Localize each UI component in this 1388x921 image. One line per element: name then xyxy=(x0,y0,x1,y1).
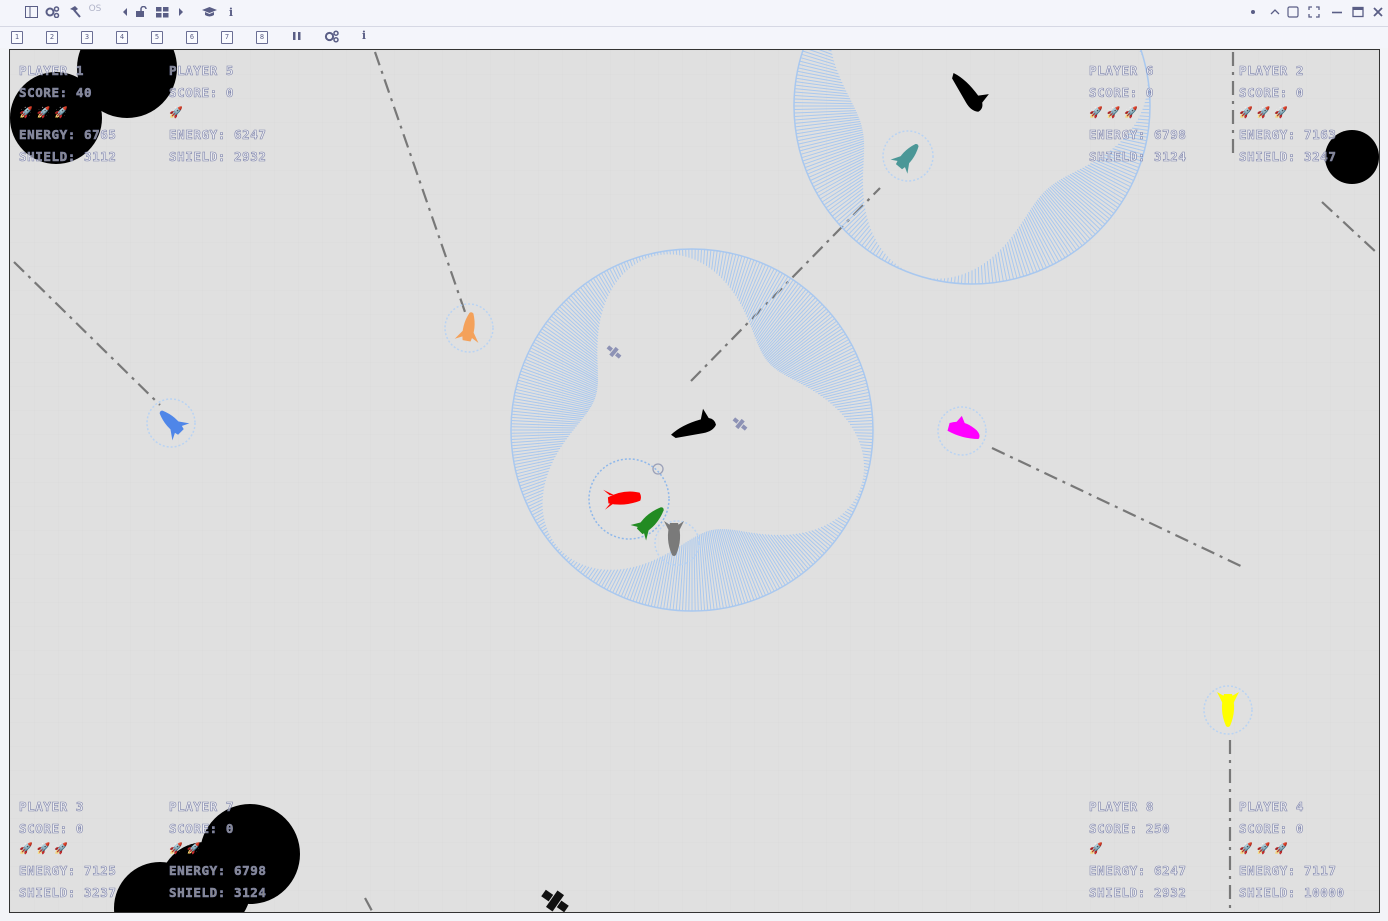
player-shield: SHIELD: 3237 xyxy=(19,885,117,901)
next-arrow-icon[interactable] xyxy=(174,4,188,22)
player-shield: SHIELD: 3124 xyxy=(169,885,267,901)
fullscreen-icon[interactable] xyxy=(1307,4,1321,22)
player-energy: ENERGY: 7163 xyxy=(1239,127,1337,143)
player-slot-7-button[interactable]: 7 xyxy=(221,31,233,44)
player-shield: SHIELD: 2932 xyxy=(1089,885,1187,901)
os-label[interactable]: OS xyxy=(88,0,102,18)
player-lives: 🚀🚀🚀 xyxy=(1089,106,1143,119)
player-slot-8-button[interactable]: 8 xyxy=(256,31,268,44)
player-slot-6-button[interactable]: 6 xyxy=(186,31,198,44)
hud-player-4: PLAYER 4 SCORE: 0 🚀🚀🚀 ENERGY: 7117 SHIEL… xyxy=(1239,796,1379,904)
player-score: SCORE: 0 xyxy=(19,821,85,837)
player-shield: SHIELD: 3124 xyxy=(1089,149,1187,165)
space-field xyxy=(10,50,1379,912)
player-lives: 🚀 xyxy=(1089,842,1107,855)
hud-player-2: PLAYER 2 SCORE: 0 🚀🚀🚀 ENERGY: 7163 SHIEL… xyxy=(1239,60,1379,168)
hud-player-3: PLAYER 3 SCORE: 0 🚀🚀🚀 ENERGY: 7125 SHIEL… xyxy=(19,796,169,904)
grid-icon[interactable] xyxy=(155,4,169,22)
player-shield: SHIELD: 3112 xyxy=(19,149,117,165)
game-settings-icon[interactable] xyxy=(324,28,340,46)
unlock-icon[interactable] xyxy=(134,4,148,22)
player-score: SCORE: 0 xyxy=(1089,85,1155,101)
player-name: PLAYER 2 xyxy=(1239,63,1305,79)
player-lives: 🚀🚀🚀 xyxy=(1239,106,1293,119)
player-energy: ENERGY: 7117 xyxy=(1239,863,1337,879)
hud-player-5: PLAYER 5 SCORE: 0 🚀 ENERGY: 6247 SHIELD:… xyxy=(169,60,319,168)
maximize-icon[interactable] xyxy=(1351,4,1365,22)
player-shield: SHIELD: 3247 xyxy=(1239,149,1337,165)
hud-player-7: PLAYER 7 SCORE: 0 🚀🚀 ENERGY: 6798 SHIELD… xyxy=(169,796,319,904)
player-energy: ENERGY: 7125 xyxy=(19,863,117,879)
game-info-icon[interactable]: i xyxy=(357,27,371,45)
player-slot-2-button[interactable]: 2 xyxy=(46,31,58,44)
player-slot-3-button[interactable]: 3 xyxy=(81,31,93,44)
player-score: SCORE: 250 xyxy=(1089,821,1171,837)
player-name: PLAYER 4 xyxy=(1239,799,1305,815)
hammer-icon[interactable] xyxy=(67,4,81,22)
player-lives: 🚀🚀🚀 xyxy=(1239,842,1293,855)
player-energy: ENERGY: 6798 xyxy=(169,863,267,879)
hud-player-1: PLAYER 1 SCORE: 40 🚀🚀🚀 ENERGY: 6765 SHIE… xyxy=(19,60,169,168)
minimize-icon[interactable] xyxy=(1330,4,1344,22)
game-canvas[interactable]: PLAYER 1 SCORE: 40 🚀🚀🚀 ENERGY: 6765 SHIE… xyxy=(9,49,1380,913)
graduation-cap-icon[interactable] xyxy=(201,4,218,22)
player-lives: 🚀🚀🚀 xyxy=(19,106,73,119)
player-shield: SHIELD: 2932 xyxy=(169,149,267,165)
player-shield: SHIELD: 10000 xyxy=(1239,885,1345,901)
window-titlebar: OS i xyxy=(0,0,1388,27)
info-icon[interactable]: i xyxy=(224,4,238,22)
player-score: SCORE: 0 xyxy=(1239,821,1305,837)
player-slot-4-button[interactable]: 4 xyxy=(116,31,128,44)
hud-player-8: PLAYER 8 SCORE: 250 🚀 ENERGY: 6247 SHIEL… xyxy=(1089,796,1239,904)
player-energy: ENERGY: 6247 xyxy=(1089,863,1187,879)
chevron-up-icon[interactable] xyxy=(1268,4,1282,22)
player-lives: 🚀🚀🚀 xyxy=(19,842,73,855)
player-name: PLAYER 1 xyxy=(19,63,85,79)
player-score: SCORE: 0 xyxy=(169,85,235,101)
player-score: SCORE: 0 xyxy=(1239,85,1305,101)
player-name: PLAYER 5 xyxy=(169,63,235,79)
player-name: PLAYER 3 xyxy=(19,799,85,815)
player-name: PLAYER 6 xyxy=(1089,63,1155,79)
player-slot-1-button[interactable]: 1 xyxy=(11,31,23,44)
prev-arrow-icon[interactable] xyxy=(118,4,132,22)
square-icon[interactable] xyxy=(1286,4,1300,22)
player-energy: ENERGY: 6798 xyxy=(1089,127,1187,143)
player-score: SCORE: 40 xyxy=(19,85,93,101)
pause-icon[interactable] xyxy=(290,28,304,46)
game-toolbar: 1 2 3 4 5 6 7 8 i xyxy=(0,27,1388,48)
player-score: SCORE: 0 xyxy=(169,821,235,837)
player-lives: 🚀🚀 xyxy=(169,842,205,855)
player-energy: ENERGY: 6247 xyxy=(169,127,267,143)
player-lives: 🚀 xyxy=(169,106,187,119)
background-grid xyxy=(10,50,1379,912)
dot-icon[interactable] xyxy=(1246,4,1260,22)
player-name: PLAYER 8 xyxy=(1089,799,1155,815)
settings-gears-icon[interactable] xyxy=(45,4,60,22)
sidebar-toggle-icon[interactable] xyxy=(24,4,38,22)
player-name: PLAYER 7 xyxy=(169,799,235,815)
player-energy: ENERGY: 6765 xyxy=(19,127,117,143)
player-slot-5-button[interactable]: 5 xyxy=(151,31,163,44)
close-icon[interactable] xyxy=(1371,4,1385,22)
hud-player-6: PLAYER 6 SCORE: 0 🚀🚀🚀 ENERGY: 6798 SHIEL… xyxy=(1089,60,1239,168)
